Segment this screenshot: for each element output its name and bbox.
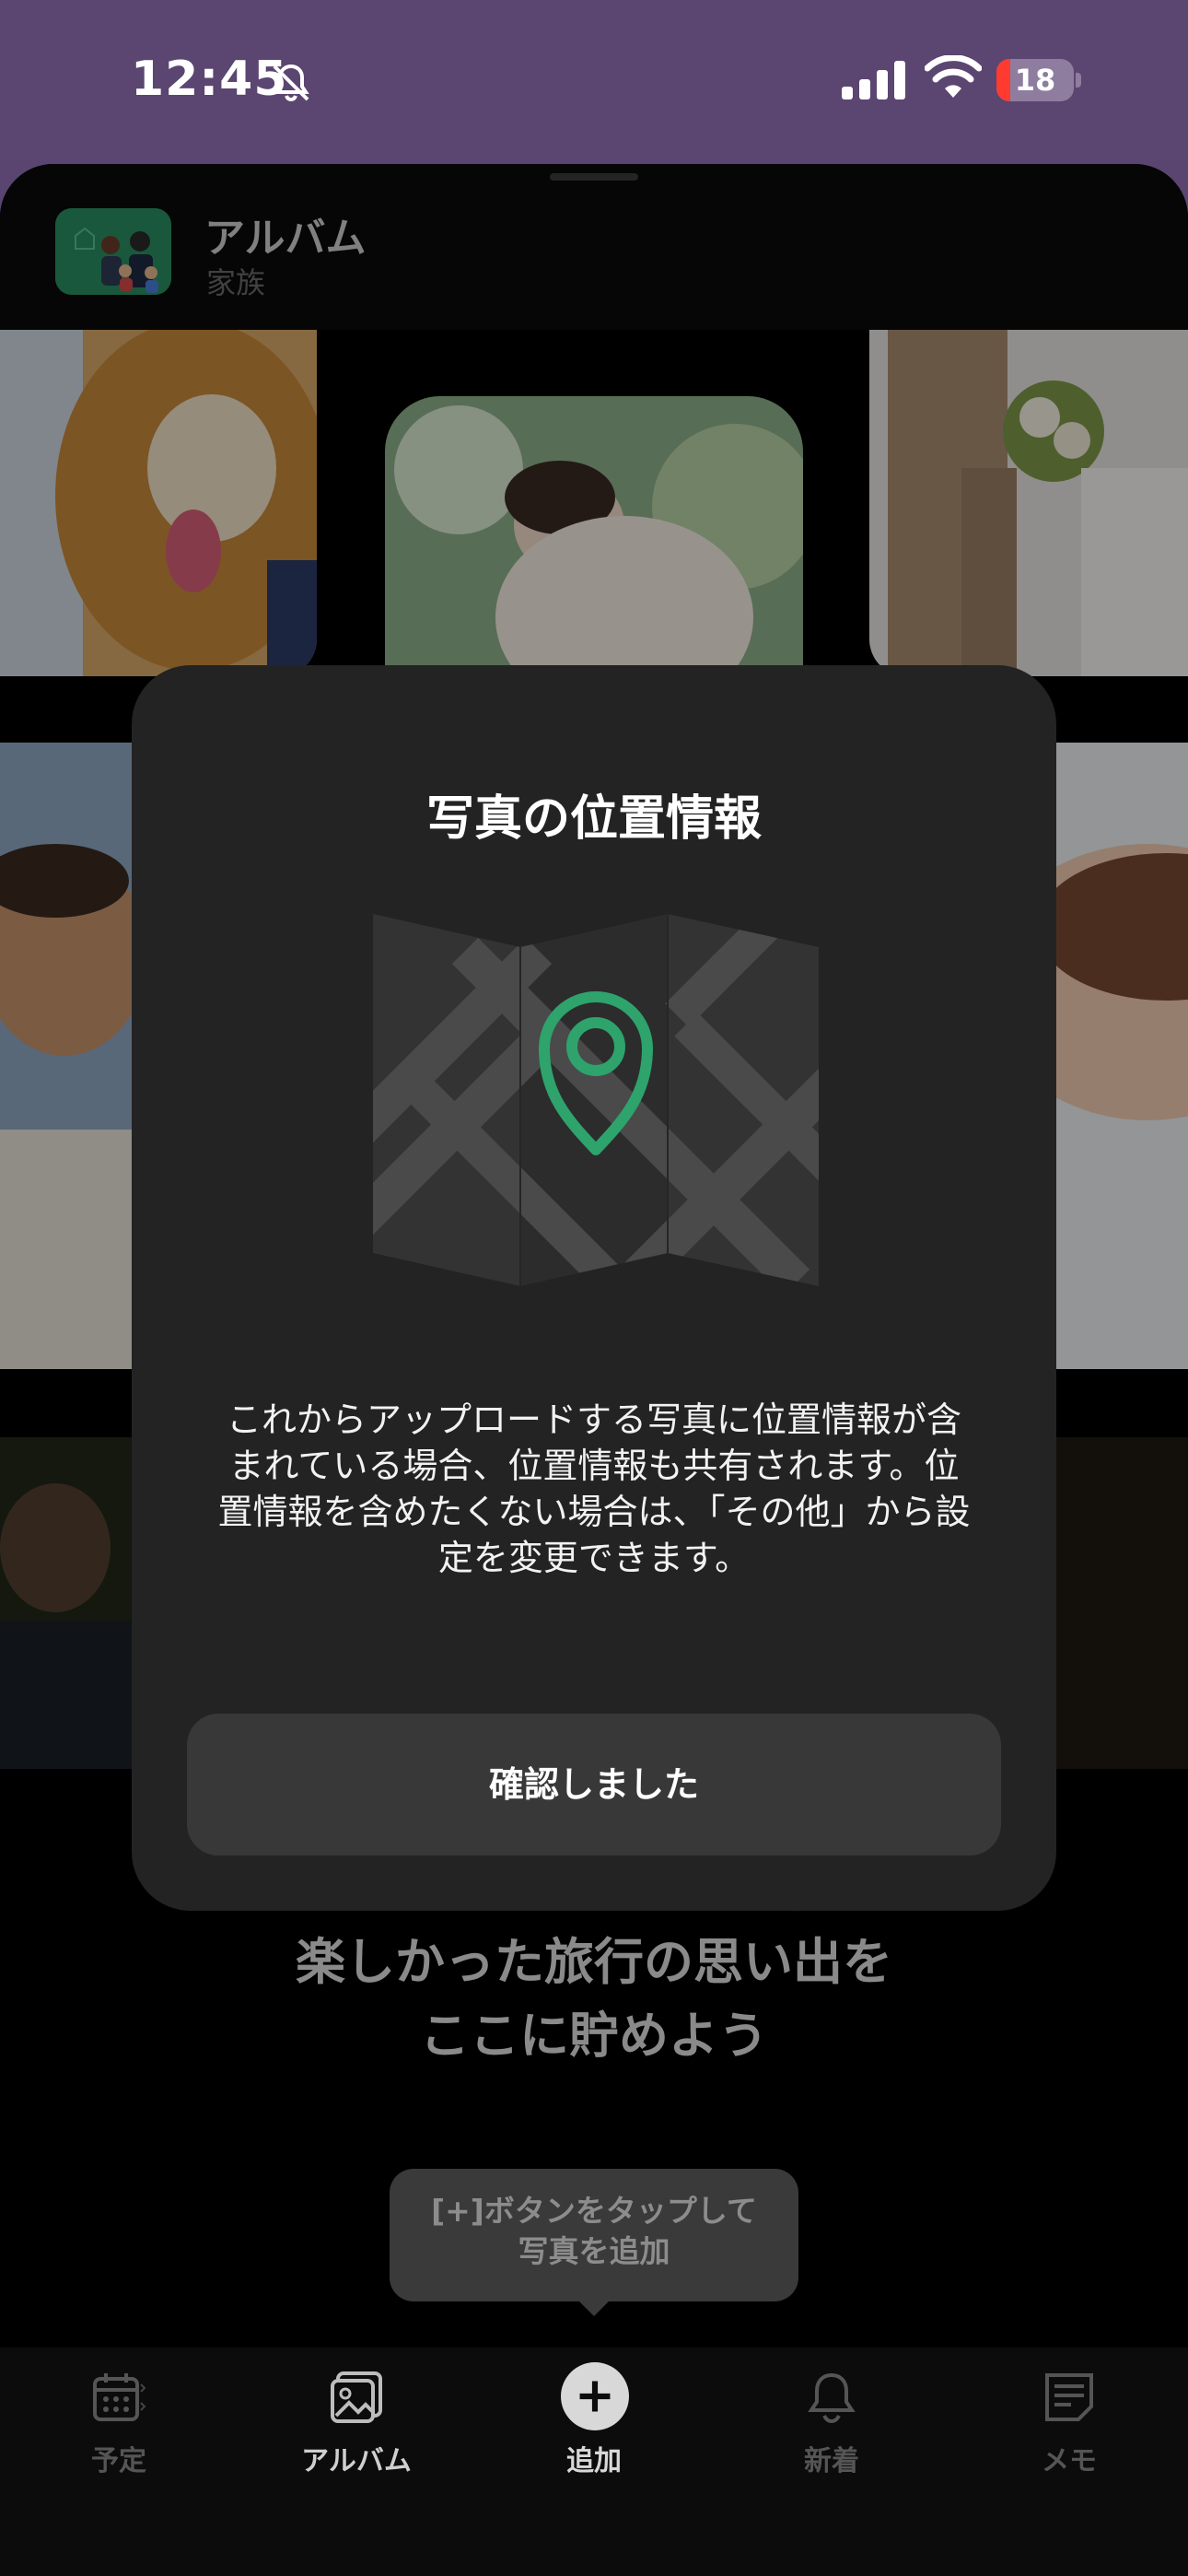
tab-bar: 予定 アルバム 追加 新着 メモ — [0, 2348, 1188, 2576]
dialog-message-line-4: 定を変更できます。 — [437, 1538, 751, 1578]
memo-icon — [1045, 2373, 1093, 2421]
tab-add[interactable]: 追加 — [475, 2348, 713, 2532]
photo-album-icon — [331, 2371, 382, 2423]
tooltip-arrow — [577, 2300, 611, 2316]
tab-label-schedule: 予定 — [91, 2445, 146, 2477]
map-pin-icon — [373, 914, 819, 1286]
plus-circle-icon — [561, 2362, 629, 2430]
empty-state-line-3: ここに貯めよう — [420, 2007, 768, 2065]
dialog-message: これからアップロードする写真に位置情報が含 まれている場合、位置情報も共有されま… — [205, 1397, 983, 1581]
battery-level: 18 — [1014, 63, 1056, 98]
tab-album[interactable]: アルバム — [238, 2348, 475, 2532]
tab-memo[interactable]: メモ — [950, 2348, 1188, 2532]
dialog-message-line-1: これからアップロードする写真に位置情報が含 — [226, 1399, 961, 1440]
location-info-dialog: 写真の位置情報 これからアップロードする写真に位置情報が含 まれている場合、位置… — [132, 665, 1056, 1911]
tab-label-news: 新着 — [804, 2445, 859, 2477]
cellular-signal-icon — [842, 61, 905, 100]
status-time: 12:45 — [131, 52, 288, 107]
confirm-button[interactable]: 確認しました — [187, 1714, 1001, 1856]
calendar-icon — [93, 2373, 146, 2421]
dialog-message-line-3: 置情報を含めたくない場合は、「その他」から設 — [217, 1492, 971, 1532]
wifi-icon — [925, 55, 982, 98]
battery-icon: 18 — [996, 59, 1081, 101]
tab-label-memo: メモ — [1042, 2445, 1097, 2477]
tooltip-line-1: [+]ボタンをタップして — [431, 2193, 757, 2229]
tooltip-line-2: 写真を追加 — [518, 2233, 670, 2269]
bell-icon — [808, 2372, 856, 2424]
dialog-title: 写真の位置情報 — [425, 791, 762, 847]
tab-news[interactable]: 新着 — [713, 2348, 950, 2532]
empty-state-line-2: 楽しかった旅行の思い出を — [296, 1933, 892, 1991]
status-bar: 12:45 18 — [0, 0, 1188, 161]
add-photo-tooltip: [+]ボタンをタップして 写真を追加 — [390, 2169, 798, 2301]
dialog-message-line-2: まれている場合、位置情報も共有されます。位 — [228, 1446, 960, 1486]
tab-label-album: アルバム — [301, 2445, 412, 2477]
tab-schedule[interactable]: 予定 — [0, 2348, 238, 2532]
bell-slash-icon — [273, 64, 309, 102]
tab-label-add: 追加 — [566, 2445, 622, 2477]
